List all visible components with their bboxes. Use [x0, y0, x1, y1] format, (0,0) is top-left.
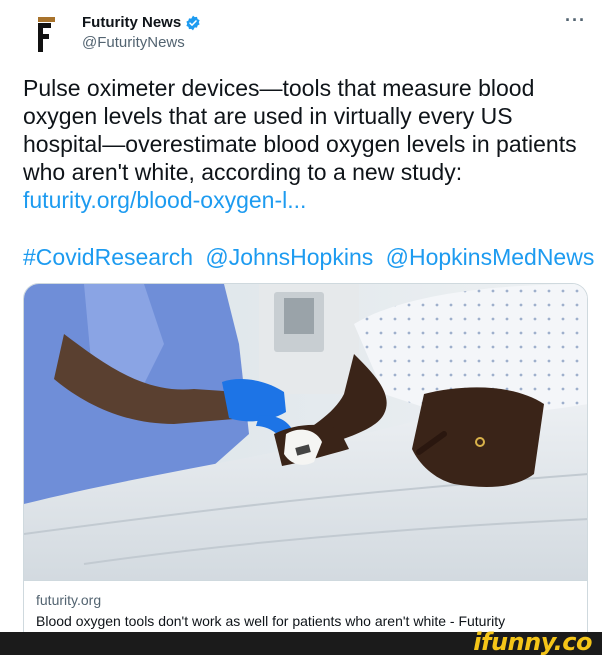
verified-badge-icon: [186, 15, 200, 30]
ifunny-watermark: ifunny.co: [473, 628, 592, 656]
futurity-logo-icon: [38, 17, 55, 52]
tweet-link[interactable]: futurity.org/blood-oxygen-l...: [23, 187, 306, 213]
handle[interactable]: @FuturityNews: [82, 34, 201, 51]
hashtag-link[interactable]: #CovidResearch: [23, 244, 193, 270]
link-card[interactable]: futurity.org Blood oxygen tools don't wo…: [23, 283, 588, 655]
tweet-tags: #CovidResearch @JohnsHopkins @HopkinsMed…: [23, 243, 600, 271]
more-options-icon[interactable]: ···: [565, 10, 586, 31]
display-name[interactable]: Futurity News: [82, 14, 181, 31]
mention-link[interactable]: @HopkinsMedNews: [386, 244, 595, 270]
card-image: [24, 284, 587, 580]
avatar[interactable]: [24, 12, 68, 56]
tweet-text: Pulse oximeter devices—tools that measur…: [23, 74, 588, 214]
card-domain: futurity.org: [36, 592, 102, 608]
author-info[interactable]: Futurity News @FuturityNews: [82, 14, 201, 51]
card-title[interactable]: Blood oxygen tools don't work as well fo…: [36, 613, 505, 629]
tweet-body: Pulse oximeter devices—tools that measur…: [23, 75, 577, 185]
mention-link[interactable]: @JohnsHopkins: [205, 244, 373, 270]
card-meta: futurity.org Blood oxygen tools don't wo…: [24, 580, 587, 629]
